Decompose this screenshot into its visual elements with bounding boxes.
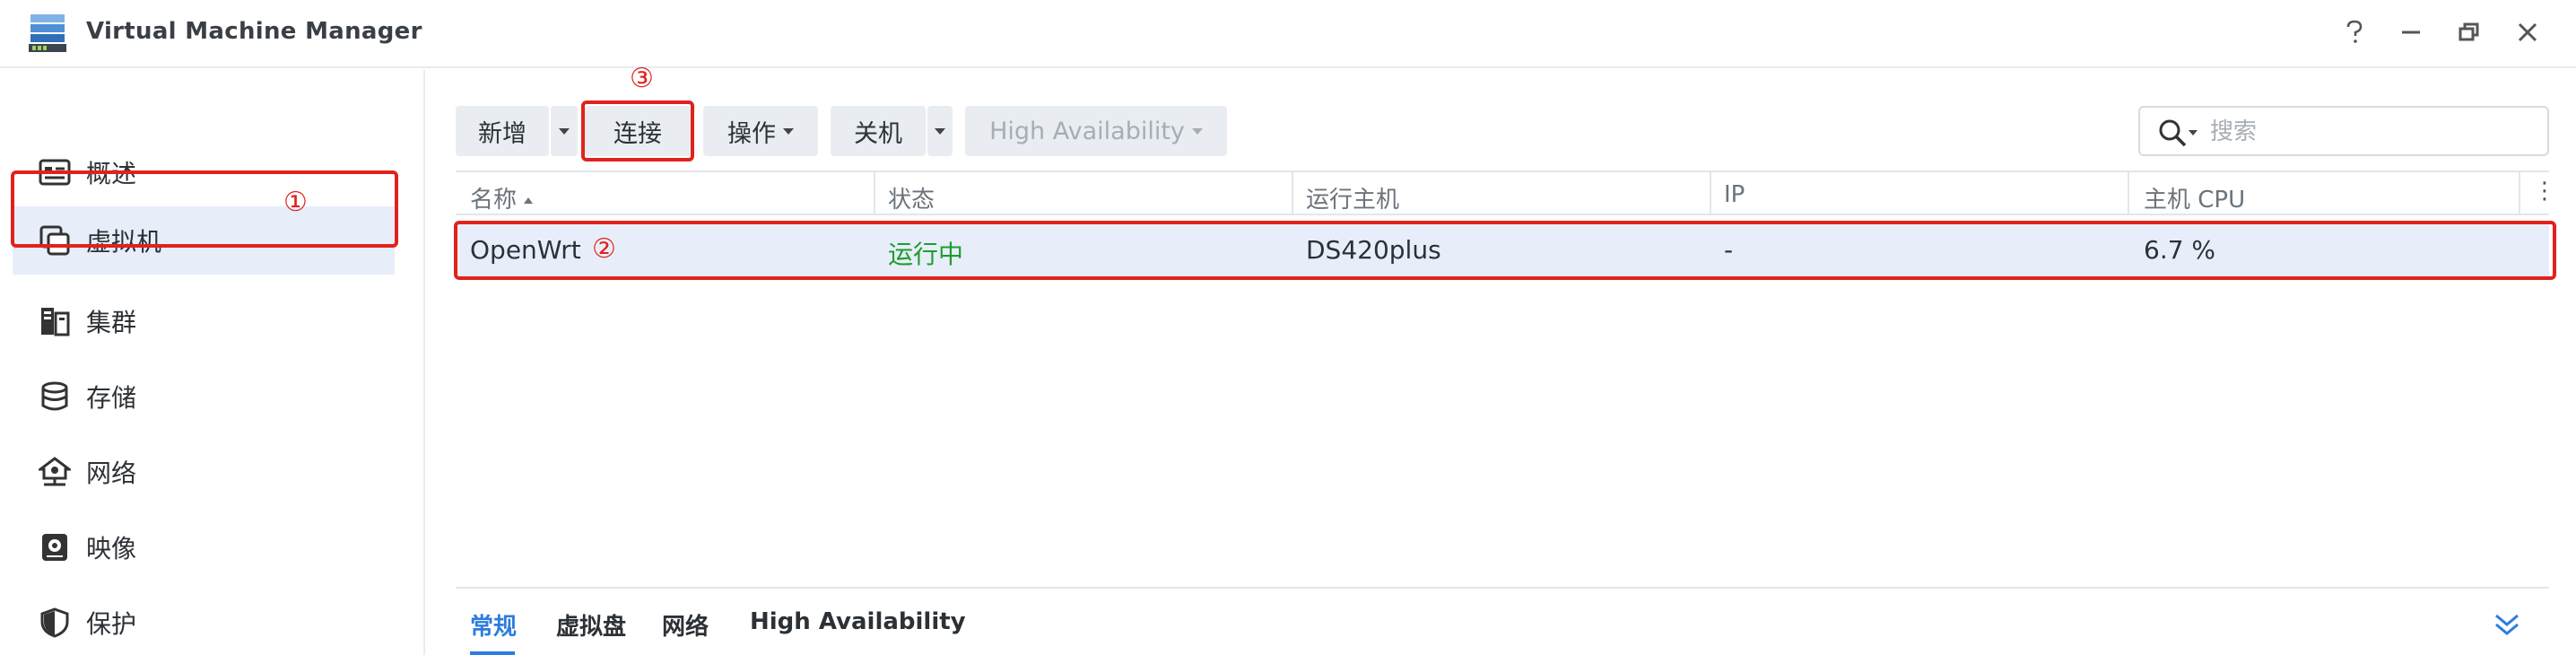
search-filter-dropdown-icon[interactable] [2189, 130, 2197, 135]
detail-tab-bar: 常规 虚拟盘 网络 High Availability [456, 587, 2549, 655]
app-title: Virtual Machine Manager [86, 18, 422, 45]
help-icon[interactable] [2337, 14, 2372, 50]
image-icon [38, 530, 72, 564]
annotation-marker-3: ③ [630, 63, 654, 94]
chevron-down-icon [783, 127, 794, 135]
column-header-host[interactable]: 运行主机 [1306, 181, 1399, 214]
column-header-name[interactable]: 名称 [470, 181, 534, 214]
close-icon[interactable] [2510, 14, 2546, 50]
column-divider[interactable] [2519, 172, 2520, 214]
highlight-box-row [454, 221, 2556, 280]
sidebar-item-label: 映像 [86, 534, 137, 563]
tab-network[interactable]: 网络 [662, 608, 709, 642]
chevron-down-icon [935, 127, 945, 135]
tab-high-availability[interactable]: High Availability [750, 608, 966, 635]
chevron-down-icon [559, 127, 570, 135]
column-divider[interactable] [2128, 172, 2129, 214]
chevron-down-icon [1191, 127, 1203, 135]
shutdown-dropdown-button[interactable] [927, 106, 953, 156]
column-divider[interactable] [874, 172, 875, 214]
shutdown-button[interactable]: 关机 [831, 106, 926, 156]
column-header-label: 名称 [470, 187, 518, 214]
title-bar: Virtual Machine Manager [0, 0, 2576, 68]
column-header-host-cpu[interactable]: 主机 CPU [2144, 181, 2245, 214]
sidebar-item-cluster[interactable]: 集群 [13, 287, 395, 355]
highlight-box-vm [11, 170, 398, 248]
sidebar-item-protection[interactable]: 保护 [13, 589, 395, 655]
sidebar: 概述 虚拟机 集群 存储 网络 映像 保护 [0, 70, 425, 655]
high-availability-menu-button[interactable]: High Availability [965, 106, 1227, 156]
sidebar-item-image[interactable]: 映像 [13, 513, 395, 581]
annotation-marker-1: ① [283, 187, 308, 218]
search-input[interactable] [2210, 115, 2533, 149]
sidebar-item-label: 保护 [86, 609, 137, 639]
high-availability-label: High Availability [989, 117, 1185, 145]
sidebar-item-storage[interactable]: 存储 [13, 362, 395, 431]
app-logo-icon [29, 14, 66, 52]
search-box[interactable] [2138, 106, 2549, 156]
column-divider[interactable] [1292, 172, 1293, 214]
column-divider[interactable] [1710, 172, 1711, 214]
shield-icon [38, 606, 72, 640]
column-options-icon[interactable]: ⋮ [2533, 178, 2556, 205]
new-dropdown-button[interactable] [551, 106, 578, 156]
table-header: 名称 状态 运行主机 IP 主机 CPU ⋮ [456, 170, 2556, 215]
sidebar-item-label: 存储 [86, 383, 137, 413]
cluster-icon [38, 304, 72, 338]
sidebar-item-label: 网络 [86, 458, 137, 488]
action-menu-button[interactable]: 操作 [703, 106, 818, 156]
highlight-box-connect [581, 100, 694, 162]
annotation-marker-2: ② [592, 233, 616, 265]
sidebar-item-network[interactable]: 网络 [13, 438, 395, 506]
new-button[interactable]: 新增 [456, 106, 549, 156]
column-header-ip[interactable]: IP [1724, 181, 1745, 208]
sidebar-item-label: 集群 [86, 308, 137, 337]
expand-panel-icon[interactable] [2492, 610, 2522, 639]
storage-icon [38, 380, 72, 414]
minimize-icon[interactable] [2393, 14, 2429, 50]
tab-general[interactable]: 常规 [470, 608, 517, 642]
search-icon [2159, 119, 2187, 147]
restore-icon[interactable] [2451, 14, 2487, 50]
sort-ascending-icon [524, 197, 534, 204]
tab-virtual-disk[interactable]: 虚拟盘 [556, 608, 626, 642]
network-icon [38, 455, 72, 489]
active-tab-indicator [470, 651, 515, 655]
action-menu-label: 操作 [727, 119, 776, 148]
column-header-status[interactable]: 状态 [888, 181, 935, 214]
